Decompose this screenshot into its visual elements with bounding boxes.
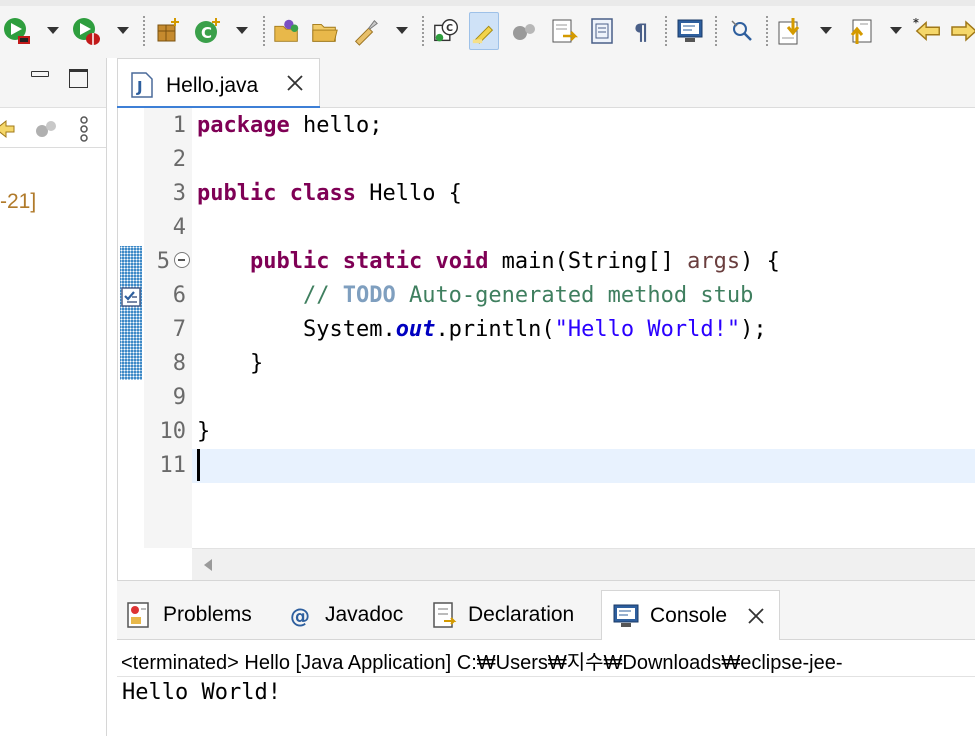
code-line: package hello; <box>197 113 383 138</box>
line-number-gutter: 1 2 3 4 5 6 7 8 9 10 11 <box>144 108 192 548</box>
debug-dropdown-arrow[interactable] <box>117 27 129 34</box>
scroll-left-arrow-icon[interactable] <box>204 559 212 571</box>
debug-icon[interactable] <box>71 12 101 50</box>
tab-javadoc[interactable]: @ Javadoc <box>287 590 403 640</box>
new-class-dropdown-arrow[interactable] <box>236 27 248 34</box>
close-icon[interactable] <box>747 607 765 625</box>
line-number: 5 <box>156 249 170 274</box>
previous-edit-dropdown-arrow[interactable] <box>890 27 902 34</box>
toolbar-separator <box>422 16 424 46</box>
previous-edit-icon[interactable] <box>845 12 875 50</box>
toolbar-separator <box>143 16 145 46</box>
text-caret <box>197 449 200 481</box>
console-icon <box>612 602 640 630</box>
editor-divider <box>117 580 975 590</box>
run-icon[interactable] <box>2 12 32 50</box>
tab-console[interactable]: Console <box>601 590 781 640</box>
console-output-text[interactable]: Hello World! <box>122 678 281 708</box>
skip-breakpoints-icon[interactable] <box>509 12 539 50</box>
svg-text:*: * <box>913 16 919 29</box>
toolbar-separator <box>263 16 265 46</box>
next-edit-dropdown-arrow[interactable] <box>820 27 832 34</box>
annotation-ruler[interactable] <box>118 108 144 548</box>
new-package-icon[interactable] <box>153 12 183 50</box>
problems-icon <box>125 601 153 629</box>
line-number: 11 <box>159 453 187 478</box>
tab-problems[interactable]: Problems <box>125 590 252 640</box>
console-divider <box>117 676 975 677</box>
line-number: 2 <box>172 147 186 172</box>
horizontal-scrollbar[interactable] <box>192 548 975 580</box>
editor-tab-label: Hello.java <box>166 74 259 97</box>
view-menu-icon[interactable] <box>77 114 91 149</box>
maximize-icon[interactable] <box>69 69 88 88</box>
svg-text:¶: ¶ <box>634 21 648 46</box>
svg-text:@: @ <box>290 604 310 628</box>
link-with-editor-icon[interactable] <box>0 114 18 149</box>
new-class-icon[interactable]: C <box>193 12 223 50</box>
svg-text:J: J <box>136 78 143 96</box>
line-number: 10 <box>159 419 187 444</box>
back-icon[interactable]: * <box>913 12 943 50</box>
main-toolbar: C C ¶ * <box>0 0 975 58</box>
declaration-icon <box>430 601 458 629</box>
editor-tab-hello-java[interactable]: J Hello.java <box>117 58 320 109</box>
svg-text:C: C <box>446 23 453 34</box>
tab-declaration[interactable]: Declaration <box>430 590 574 640</box>
current-code-line <box>192 449 975 483</box>
menu-bar-remnant <box>0 0 975 6</box>
line-number: 8 <box>172 351 186 376</box>
code-line: public static void main(String[] args) { <box>249 249 780 274</box>
editor-tab-bar: J Hello.java <box>117 58 975 109</box>
collapse-all-icon[interactable] <box>32 114 60 149</box>
package-explorer-panel: -21] <box>0 58 107 736</box>
line-number: 6 <box>172 283 186 308</box>
panel-header <box>0 58 106 108</box>
code-editor[interactable]: 1 2 3 4 5 6 7 8 9 10 11 package hello; p… <box>117 108 975 580</box>
line-number: 9 <box>172 385 186 410</box>
collapse-method-icon[interactable] <box>174 252 190 268</box>
console-view[interactable]: <terminated> Hello [Java Application] C:… <box>117 640 975 736</box>
project-tree-item[interactable]: -21] <box>0 190 36 214</box>
svg-text:C: C <box>201 24 212 42</box>
open-folder-icon[interactable] <box>310 12 340 50</box>
search-icon[interactable] <box>350 12 380 50</box>
toggle-console-icon[interactable] <box>675 12 705 50</box>
code-text-area[interactable]: package hello; public class Hello { publ… <box>192 108 975 548</box>
javadoc-icon: @ <box>287 601 315 629</box>
show-whitespace-icon[interactable]: ¶ <box>627 12 657 50</box>
views-tab-bar: Problems @ Javadoc Declaration Console <box>117 590 975 640</box>
search-references-icon[interactable] <box>727 12 757 50</box>
task-marker-icon[interactable] <box>119 285 143 309</box>
line-number: 7 <box>172 317 186 342</box>
block-selection-icon[interactable] <box>587 12 617 50</box>
code-line: } <box>197 351 264 376</box>
line-number: 1 <box>172 113 186 138</box>
next-edit-icon[interactable] <box>775 12 805 50</box>
line-number: 4 <box>172 215 186 240</box>
toolbar-separator <box>715 16 717 46</box>
panel-toolbar <box>0 108 106 148</box>
toggle-mark-occurrences-icon[interactable] <box>469 12 499 50</box>
code-line: public class Hello { <box>197 181 462 206</box>
toolbar-separator <box>665 16 667 46</box>
java-file-icon: J <box>131 72 153 98</box>
close-icon[interactable] <box>286 74 304 92</box>
code-line: // TODO Auto-generated method stub <box>302 283 754 308</box>
forward-icon[interactable] <box>950 12 975 50</box>
console-process-status: <terminated> Hello [Java Application] C:… <box>121 652 843 674</box>
code-line: } <box>197 419 211 444</box>
run-dropdown-arrow[interactable] <box>47 27 59 34</box>
open-type-icon[interactable] <box>272 12 302 50</box>
code-line: System.out.println("Hello World!"); <box>302 317 767 342</box>
line-number: 3 <box>172 181 186 206</box>
minimize-icon[interactable] <box>31 71 49 77</box>
search-dropdown-arrow[interactable] <box>396 27 408 34</box>
toggle-breakpoint-icon[interactable]: C <box>432 12 462 50</box>
next-annotation-icon[interactable] <box>549 12 579 50</box>
toolbar-separator <box>766 16 768 46</box>
